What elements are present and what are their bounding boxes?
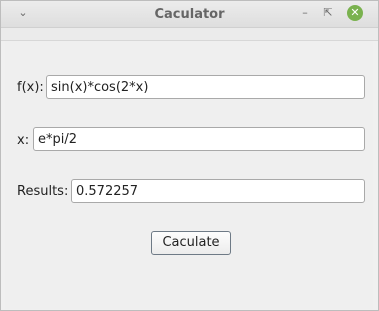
x-label: x: bbox=[17, 133, 30, 148]
title-bar[interactable]: ⌄ Caculator – ⇱ ✕ bbox=[1, 1, 378, 28]
form-area: f(x): x: Results: Caculate bbox=[5, 41, 373, 309]
maximize-icon[interactable]: ⇱ bbox=[320, 5, 336, 21]
close-icon[interactable]: ✕ bbox=[347, 5, 363, 21]
x-input[interactable] bbox=[33, 127, 365, 151]
calculator-window: ⌄ Caculator – ⇱ ✕ f(x): x: Results: Cacu… bbox=[0, 0, 379, 311]
results-field[interactable] bbox=[71, 179, 365, 203]
fx-label: f(x): bbox=[17, 80, 44, 95]
fx-input[interactable] bbox=[46, 75, 365, 99]
results-label: Results: bbox=[17, 184, 69, 199]
calculate-button[interactable]: Caculate bbox=[151, 231, 231, 255]
menu-bar bbox=[1, 28, 378, 41]
minimize-icon[interactable]: – bbox=[297, 5, 313, 21]
